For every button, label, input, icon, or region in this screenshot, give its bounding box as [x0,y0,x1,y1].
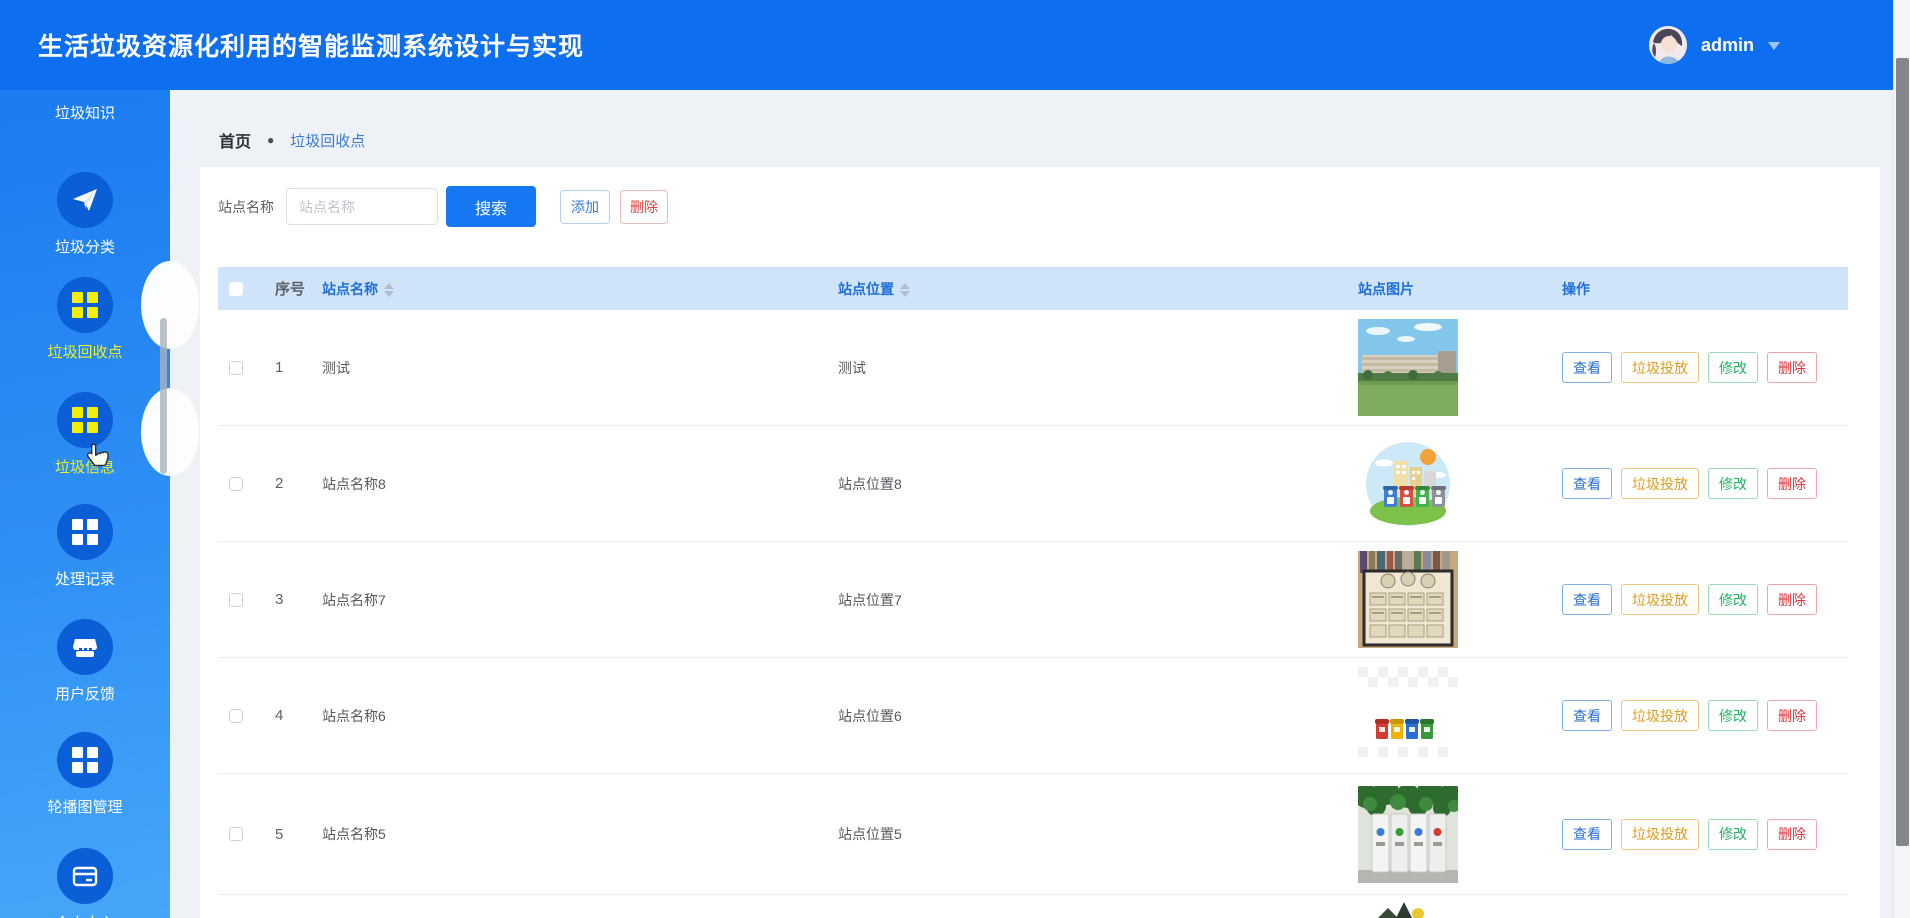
grid-icon [57,732,113,788]
site-name-label: 站点名称 [218,197,274,217]
recycle-points-table: 序号 站点名称 站点位置 站点图片 操作 1 测试 测试 [218,267,1848,918]
column-header-actions: 操作 [1562,279,1848,299]
search-button[interactable]: 搜索 [446,186,536,227]
sidebar-item-garbage-classification[interactable]: 垃圾分类 [0,172,170,257]
row-delete-button[interactable]: 删除 [1767,819,1817,850]
breadcrumb-home[interactable]: 首页 [219,128,251,152]
row-delete-button[interactable]: 删除 [1767,700,1817,731]
monitor-icon [57,619,113,675]
view-button[interactable]: 查看 [1562,584,1612,615]
edit-button[interactable]: 修改 [1708,819,1758,850]
user-menu[interactable]: admin [1649,0,1780,90]
sidebar-item-personal-center[interactable]: 个人中心 [0,848,170,918]
partial-photo [1358,900,1458,918]
hover-item-indicator [141,388,199,476]
view-button[interactable]: 查看 [1562,468,1612,499]
garbage-dispose-button[interactable]: 垃圾投放 [1621,819,1699,850]
column-header-image: 站点图片 [1358,279,1562,299]
sort-icon[interactable] [384,283,394,297]
sidebar-item-garbage-knowledge[interactable]: 垃圾知识 [0,102,170,123]
sort-icon[interactable] [900,283,910,297]
column-header-index: 序号 [275,278,322,299]
sidebar-item-carousel-management[interactable]: 轮播图管理 [0,732,170,817]
card-icon [57,848,113,904]
breadcrumb-current[interactable]: 垃圾回收点 [290,130,365,151]
garbage-dispose-button[interactable]: 垃圾投放 [1621,700,1699,731]
page-scrollbar[interactable] [1893,0,1910,918]
table-row: 2 站点名称8 站点位置8 [218,426,1848,542]
table-row: 1 测试 测试 [218,310,1848,426]
edit-button[interactable]: 修改 [1708,700,1758,731]
row-delete-button[interactable]: 删除 [1767,468,1817,499]
row-checkbox[interactable] [229,593,243,607]
table-row: 3 站点名称7 站点位置7 [218,542,1848,658]
row-checkbox[interactable] [229,709,243,723]
breadcrumb: 首页 ● 垃圾回收点 [219,128,365,152]
table-header: 序号 站点名称 站点位置 站点图片 操作 [218,267,1848,310]
row-delete-button[interactable]: 删除 [1767,352,1817,383]
grid-icon [57,392,113,448]
edit-button[interactable]: 修改 [1708,584,1758,615]
garbage-dispose-button[interactable]: 垃圾投放 [1621,352,1699,383]
sidebar-scrollbar[interactable] [160,318,167,474]
avatar[interactable] [1649,26,1687,64]
avatar-image [1649,26,1687,64]
table-row-partial [218,895,1848,918]
column-header-location: 站点位置 [838,279,1358,299]
page-scrollbar-thumb[interactable] [1896,58,1909,846]
campus-photo [1358,319,1458,416]
send-icon [57,172,113,228]
trash-bins-illustration [1358,435,1458,532]
grid-icon [57,277,113,333]
sidebar-item-user-feedback[interactable]: 用户反馈 [0,619,170,704]
edit-button[interactable]: 修改 [1708,468,1758,499]
row-checkbox[interactable] [229,827,243,841]
view-button[interactable]: 查看 [1562,352,1612,383]
add-button[interactable]: 添加 [560,190,610,224]
table-row: 5 站点名称5 站点位置5 [218,774,1848,895]
column-header-name: 站点名称 [322,279,838,299]
content-panel: 站点名称 搜索 添加 删除 序号 站点名称 站点位置 站点图片 操作 1 测试 … [200,167,1880,918]
active-item-indicator [141,261,199,349]
grid-icon [57,504,113,560]
page-title: 生活垃圾资源化利用的智能监测系统设计与实现 [38,27,584,63]
table-row: 4 站点名称6 站点位置6 查看 垃圾投放 [218,658,1848,774]
garbage-dispose-button[interactable]: 垃圾投放 [1621,468,1699,499]
select-all-checkbox[interactable] [229,282,243,296]
view-button[interactable]: 查看 [1562,700,1612,731]
mini-bins-photo [1358,667,1458,764]
row-checkbox[interactable] [229,477,243,491]
garbage-dispose-button[interactable]: 垃圾投放 [1621,584,1699,615]
recycle-station-photo [1358,786,1458,883]
chevron-down-icon[interactable] [1768,42,1780,50]
mouse-cursor-pointer-icon [84,442,110,475]
edit-button[interactable]: 修改 [1708,352,1758,383]
delete-button[interactable]: 删除 [620,190,668,224]
user-name[interactable]: admin [1701,35,1754,56]
bulletin-board-photo [1358,551,1458,648]
row-checkbox[interactable] [229,361,243,375]
row-delete-button[interactable]: 删除 [1767,584,1817,615]
search-toolbar: 站点名称 搜索 添加 删除 [218,186,668,227]
app-header: 生活垃圾资源化利用的智能监测系统设计与实现 admin [0,0,1910,90]
site-name-input[interactable] [286,188,438,225]
sidebar: 垃圾知识 垃圾分类 垃圾回收点 垃圾信息 处理记录 [0,90,170,918]
breadcrumb-separator: ● [267,133,274,147]
sidebar-item-process-records[interactable]: 处理记录 [0,504,170,589]
view-button[interactable]: 查看 [1562,819,1612,850]
